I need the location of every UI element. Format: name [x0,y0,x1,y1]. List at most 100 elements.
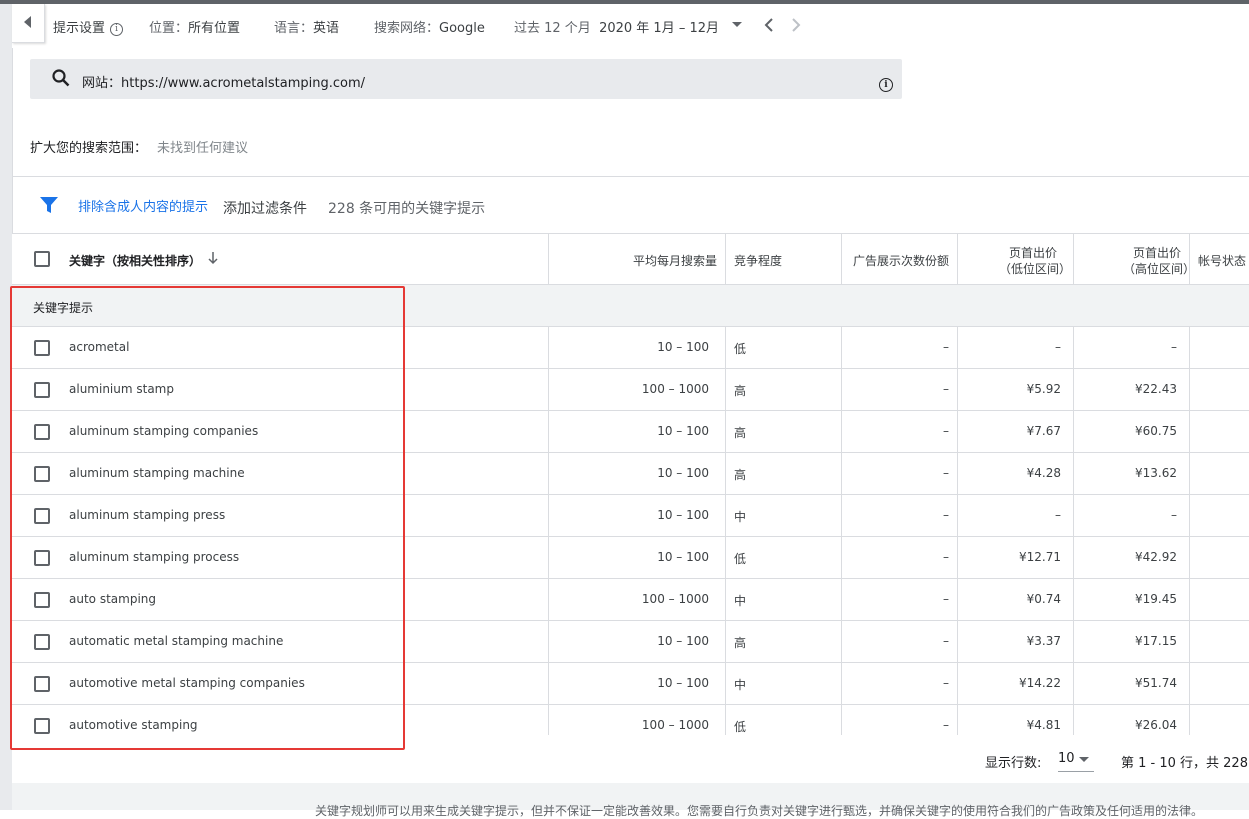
table-row[interactable]: aluminum stamping press 10 – 100 中 – – – [12,495,1249,537]
bid-high-cell: ¥17.15 [1073,621,1189,662]
header-account-status[interactable]: 帐号状态 [1189,234,1249,284]
broaden-value: 未找到任何建议 [157,141,249,156]
header-keyword[interactable]: 关键字（按相关性排序） [12,234,548,284]
keyword-text: auto stamping [69,592,156,606]
row-checkbox[interactable] [34,466,50,482]
avg-searches-cell: 10 – 100 [548,537,725,578]
info-icon: i [879,78,893,92]
table-row[interactable]: automatic metal stamping machine 10 – 100… [12,621,1249,663]
impression-share-cell: – [841,663,957,704]
row-checkbox[interactable] [34,718,50,734]
competition-cell: 低 [725,537,841,578]
avg-searches-cell: 10 – 100 [548,663,725,704]
pagination-text: 第 1 - 10 行，共 228 行 [1121,756,1249,771]
bid-low-cell: – [957,327,1073,368]
keyword-text: automotive stamping [69,718,198,732]
keyword-text: automatic metal stamping machine [69,634,284,648]
row-checkbox[interactable] [34,634,50,650]
keyword-cell: aluminum stamping press [12,495,548,536]
header-impression-share[interactable]: 广告展示次数份额 [841,234,957,284]
website-info-button[interactable]: i [879,72,893,92]
search-card: 网站：https://www.acrometalstamping.com/ i … [12,48,1249,177]
date-dropdown-icon[interactable] [732,22,742,27]
location-key: 位置： [149,21,189,36]
competition-cell: 低 [725,327,841,368]
select-all-checkbox[interactable] [34,251,50,267]
network-key: 搜索网络： [374,21,440,36]
keyword-text: aluminum stamping companies [69,424,259,438]
header-bid-high[interactable]: 页首出价 （高位区间） [1073,234,1195,284]
bid-low-cell: – [957,495,1073,536]
table-row[interactable]: aluminum stamping machine 10 – 100 高 – ¥4.28… [12,453,1249,495]
table-row[interactable]: aluminium stamp 100 – 1000 高 – ¥5.92 ¥22.43 [12,369,1249,411]
arrow-down-icon[interactable] [208,252,218,265]
account-status-cell [1189,453,1249,494]
account-status-cell [1189,663,1249,704]
keyword-cell: aluminum stamping process [12,537,548,578]
language-value: 英语 [313,21,340,36]
location-setting[interactable]: 位置：所有位置 [149,17,240,36]
row-checkbox[interactable] [34,424,50,440]
table-row[interactable]: aluminum stamping process 10 – 100 低 – ¥12.7… [12,537,1249,579]
bid-low-cell: ¥3.37 [957,621,1073,662]
add-filter-button[interactable]: 添加过滤条件 [223,198,307,218]
row-checkbox[interactable] [34,340,50,356]
bid-high-cell: ¥22.43 [1073,369,1189,410]
network-setting[interactable]: 搜索网络：Google [374,17,485,36]
keyword-cell: automatic metal stamping machine [12,621,548,662]
keyword-cell: acrometal [12,327,548,368]
table-header: 关键字（按相关性排序） 平均每月搜索量 竞争程度 广告展示次数份额 页首出价 （… [12,233,1249,285]
header-bid-low-line2: （低位区间） [998,262,1071,276]
avg-searches-cell: 10 – 100 [548,327,725,368]
broaden-search: 扩大您的搜索范围： 未找到任何建议 [30,137,248,156]
competition-cell: 高 [725,621,841,662]
keyword-cell: automotive metal stamping companies [12,663,548,704]
adult-content-filter-chip[interactable]: 排除含成人内容的提示 [78,196,208,215]
filter-icon[interactable] [40,197,58,213]
header-bid-high-line1: 页首出价 [1132,246,1181,260]
date-range-key: 过去 12 个月 [514,21,591,36]
bid-low-cell: ¥5.92 [957,369,1073,410]
competition-cell: 中 [725,663,841,704]
table-row[interactable]: aluminum stamping companies 10 – 100 高 – ¥7.… [12,411,1249,453]
website-search-field[interactable]: 网站：https://www.acrometalstamping.com/ i [30,59,902,99]
disclaimer-text: 关键字规划师可以用来生成关键字提示，但并不保证一定能改善效果。您需要自行负责对关… [315,804,1204,818]
account-status-cell [1189,537,1249,578]
header-competition-label: 竞争程度 [734,254,783,268]
collapse-panel-button[interactable] [12,4,45,43]
row-checkbox[interactable] [34,550,50,566]
left-gutter [0,4,12,810]
settings-link[interactable]: 提示设置 i [53,17,124,36]
keyword-text: aluminium stamp [69,382,174,396]
impression-share-cell: – [841,411,957,452]
row-checkbox[interactable] [34,592,50,608]
website-value: https://www.acrometalstamping.com/ [121,76,366,91]
keyword-text: acrometal [69,340,130,354]
impression-share-cell: – [841,579,957,620]
table-row[interactable]: acrometal 10 – 100 低 – – – [12,327,1249,369]
header-impression-share-label: 广告展示次数份额 [852,254,949,268]
keyword-text: aluminum stamping press [69,508,226,522]
keyword-table: 关键字（按相关性排序） 平均每月搜索量 竞争程度 广告展示次数份额 页首出价 （… [12,233,1249,747]
rows-per-page-select[interactable]: 10 [1058,751,1094,772]
impression-share-cell: – [841,453,957,494]
prev-period-button[interactable] [764,17,774,36]
row-checkbox[interactable] [34,382,50,398]
avg-searches-cell: 100 – 1000 [548,579,725,620]
rows-per-page-value: 10 [1058,751,1075,766]
group-label: 关键字提示 [33,301,94,315]
table-row[interactable]: automotive metal stamping companies 10 – … [12,663,1249,705]
table-row[interactable]: auto stamping 100 – 1000 中 – ¥0.74 ¥19.45 [12,579,1249,621]
language-setting[interactable]: 语言：英语 [274,17,339,36]
keyword-cell: auto stamping [12,579,548,620]
header-avg-searches[interactable]: 平均每月搜索量 [548,234,725,284]
info-icon[interactable]: i [110,23,124,36]
impression-share-cell: – [841,369,957,410]
header-competition[interactable]: 竞争程度 [725,234,841,284]
date-range-setting[interactable]: 过去 12 个月 2020 年 1月 – 12月 [514,17,719,36]
next-period-button[interactable] [791,17,801,36]
row-checkbox[interactable] [34,676,50,692]
header-bid-low[interactable]: 页首出价 （低位区间） [957,234,1073,284]
row-checkbox[interactable] [34,508,50,524]
avg-searches-cell: 10 – 100 [548,621,725,662]
